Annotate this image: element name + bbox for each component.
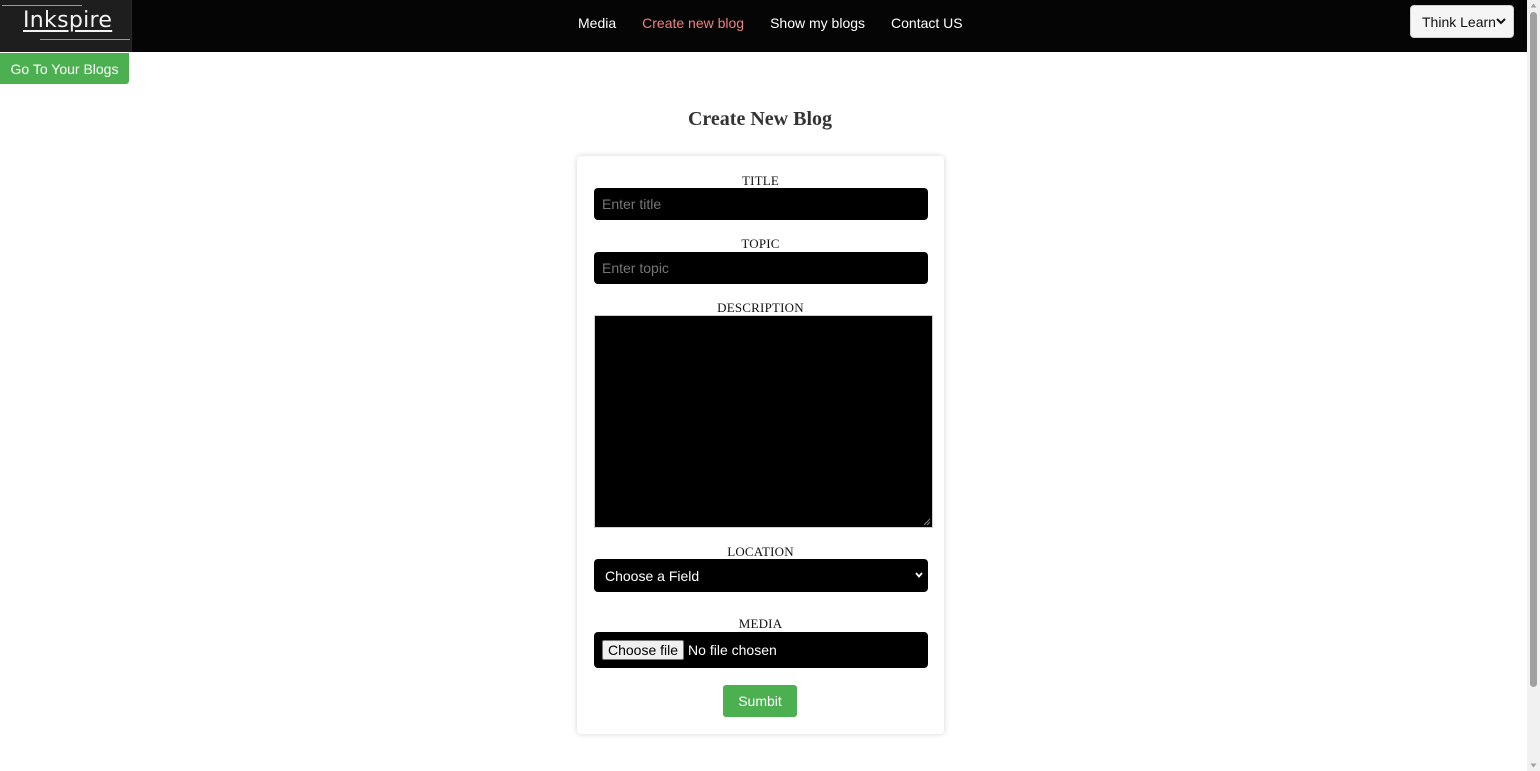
media-label: MEDIA [738, 616, 783, 631]
scroll-up-arrow-icon[interactable] [1530, 2, 1537, 9]
topic-input[interactable]: Enter topic [594, 252, 928, 284]
chevron-down-icon [915, 572, 923, 578]
media-file-input[interactable]: Choose file No file chosen [594, 632, 928, 668]
resize-grip-icon[interactable] [923, 518, 931, 526]
page-scrollbar[interactable] [1527, 0, 1540, 771]
topic-label: TOPIC [741, 236, 780, 251]
title-label: TITLE [741, 173, 780, 188]
location-select-value: Choose a Field [605, 567, 700, 584]
nav-link-show-my-blogs[interactable]: Show my blogs [770, 15, 865, 31]
description-label: DESCRIPTION [717, 300, 804, 315]
logo-text: Inkspire [23, 8, 113, 33]
language-select[interactable]: Think Learn [1410, 5, 1514, 38]
title-placeholder: Enter title [602, 196, 662, 212]
create-blog-form: TITLE Enter title TOPIC Enter topic DESC… [577, 156, 944, 734]
choose-file-button[interactable]: Choose file [602, 640, 685, 660]
go-to-your-blogs-button[interactable]: Go To Your Blogs [0, 53, 129, 84]
topic-placeholder: Enter topic [602, 260, 669, 276]
language-select-value: Think Learn [1422, 13, 1496, 30]
scrollbar-thumb[interactable] [1530, 12, 1537, 687]
location-label: LOCATION [727, 544, 794, 559]
chevron-down-icon [1496, 18, 1506, 25]
nav-link-contact-us[interactable]: Contact US [891, 15, 963, 31]
logo[interactable]: Inkspire [0, 0, 132, 52]
submit-button[interactable]: Sumbit [723, 685, 797, 717]
title-input[interactable]: Enter title [594, 188, 928, 220]
description-textarea[interactable] [594, 315, 933, 528]
scroll-down-arrow-icon[interactable] [1530, 762, 1537, 769]
main-nav: Media Create new blog Show my blogs Cont… [578, 15, 989, 31]
page-title: Create New Blog [687, 108, 833, 130]
nav-link-media[interactable]: Media [578, 15, 616, 31]
location-select[interactable]: Choose a Field [594, 559, 928, 592]
top-navbar: Inkspire Media Create new blog Show my b… [0, 0, 1527, 52]
logo-decoration-line [2, 5, 82, 6]
nav-link-create-new-blog[interactable]: Create new blog [642, 15, 744, 31]
logo-decoration-line [40, 39, 130, 40]
file-status: No file chosen [688, 642, 777, 658]
